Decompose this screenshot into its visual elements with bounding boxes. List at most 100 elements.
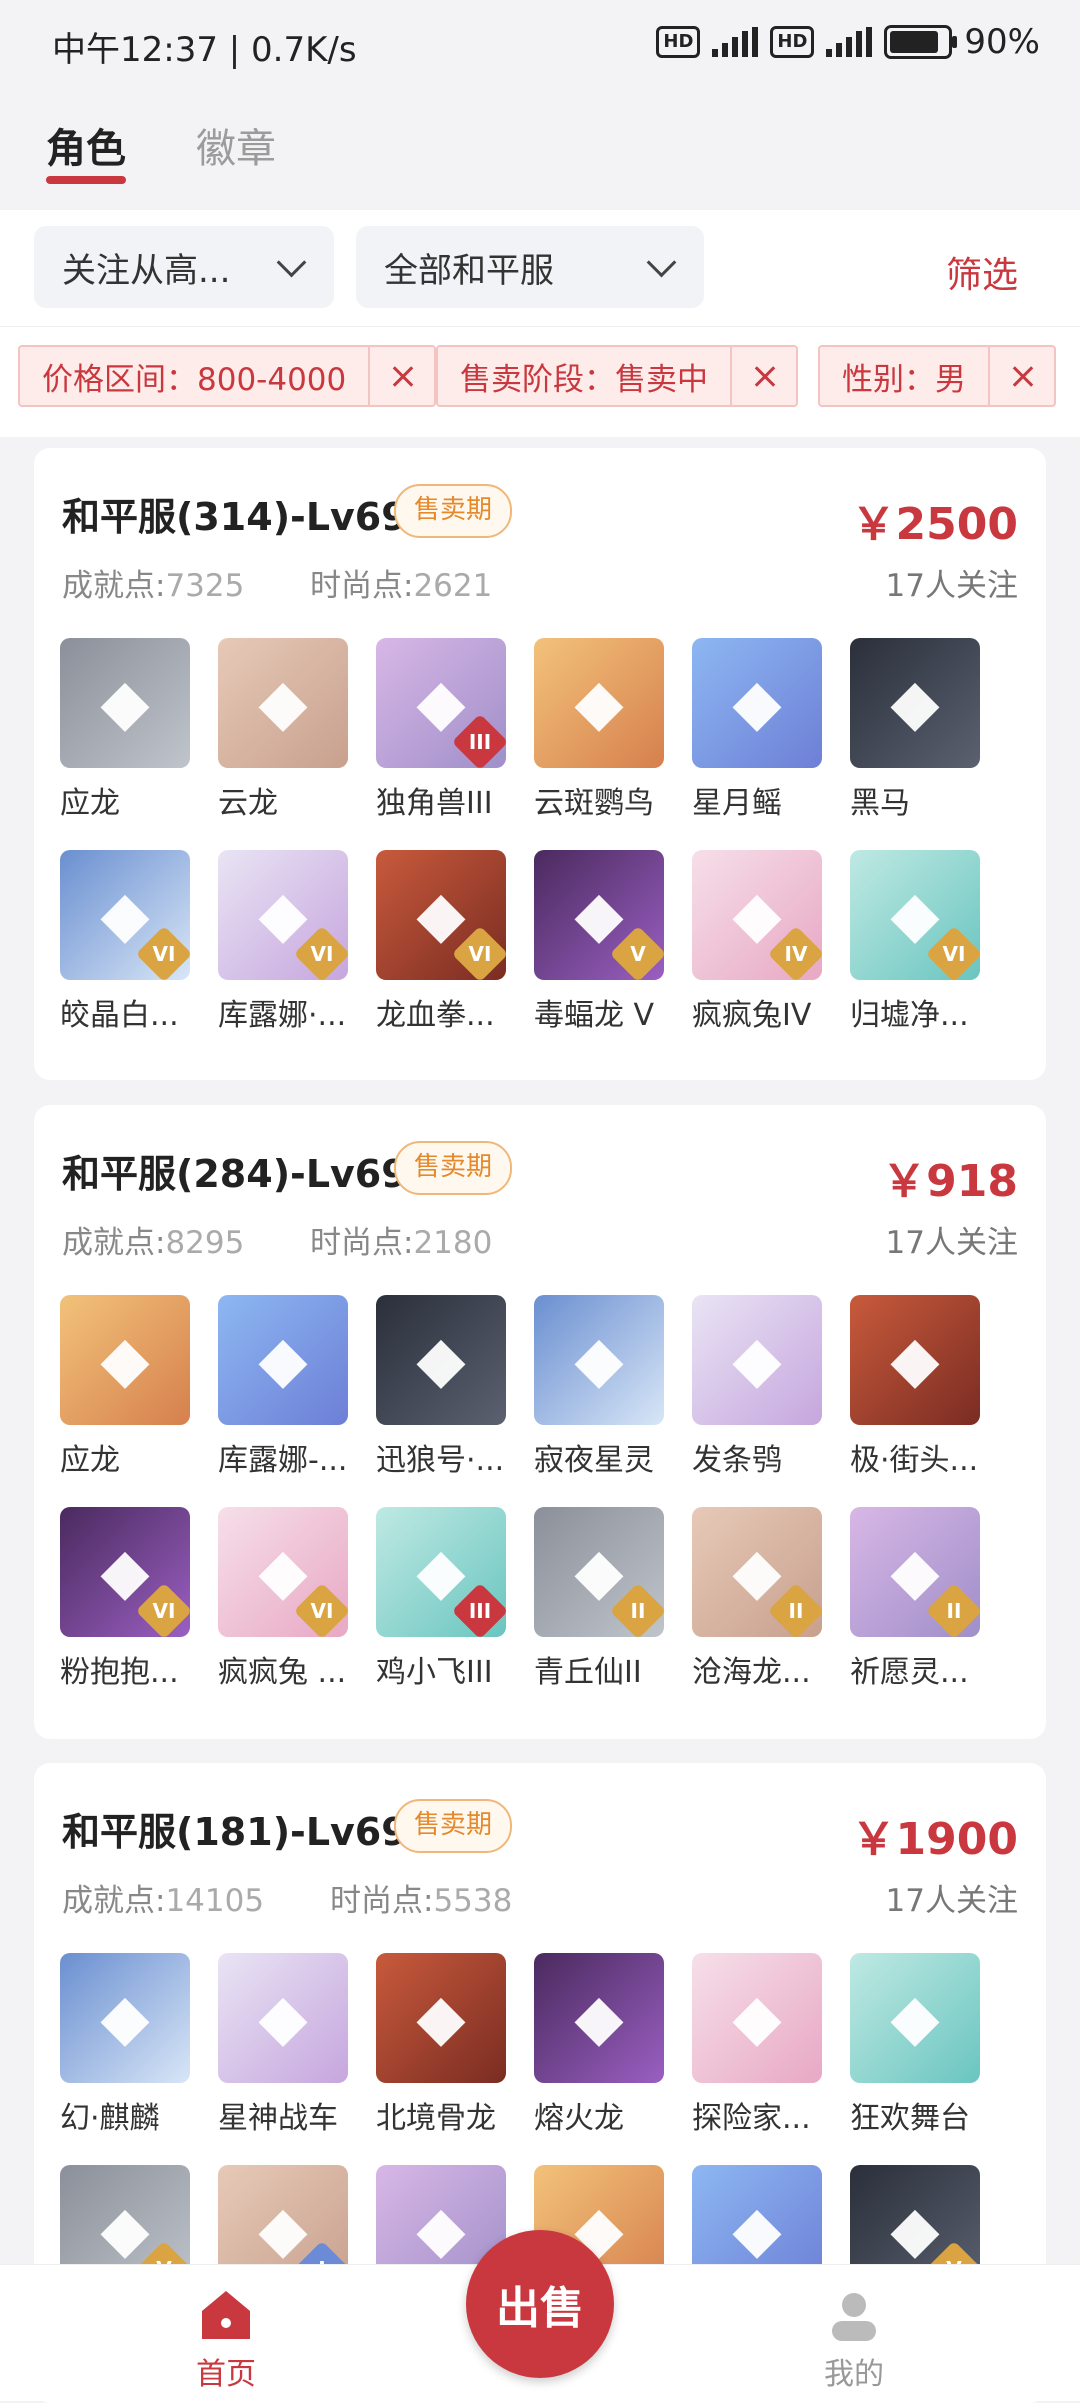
inventory-item[interactable]: ◆ 应龙 xyxy=(60,1295,190,1479)
tab-role[interactable]: 角色 xyxy=(46,116,126,174)
item-thumbnail: ◆ xyxy=(376,1953,506,2083)
nav-home-label[interactable]: 首页 xyxy=(196,2349,256,2393)
inventory-item[interactable]: ◆ III 独角兽III xyxy=(376,638,506,822)
item-thumbnail: ◆ xyxy=(60,638,190,768)
tier-badge-icon: VI xyxy=(925,925,980,980)
close-icon[interactable] xyxy=(988,347,1054,405)
inventory-item[interactable]: ◆ VI 粉抱抱... xyxy=(60,1507,190,1691)
filter-chip-gender: 性别：男 xyxy=(818,345,1056,407)
inventory-item[interactable]: ◆ 应龙 xyxy=(60,638,190,822)
item-name: 探险家... xyxy=(692,2101,811,2136)
item-name: 疯疯兔IV xyxy=(692,998,812,1033)
close-icon[interactable] xyxy=(368,347,434,405)
item-name: 北境骨龙 xyxy=(376,2101,496,2136)
inventory-item[interactable]: ◆ III 鸡小飞III xyxy=(376,1507,506,1691)
status-icons: HD HD 90% xyxy=(656,22,1040,62)
item-thumbnail: ◆ VI xyxy=(218,850,348,980)
inventory-item[interactable]: ◆ IV 疯疯兔IV xyxy=(692,850,822,1034)
listing-card[interactable]: 和平服(314)-Lv69 售卖期 ￥2500 成就点:7325 时尚点:262… xyxy=(34,448,1046,1080)
item-thumbnail: ◆ xyxy=(692,1295,822,1425)
inventory-item[interactable]: ◆ 熔火龙 xyxy=(534,1953,664,2137)
inventory-item[interactable]: ◆ II 沧海龙... xyxy=(692,1507,822,1691)
server-dropdown[interactable]: 全部和平服 xyxy=(356,226,704,308)
item-thumbnail: ◆ III xyxy=(376,1507,506,1637)
tier-badge-icon: VI xyxy=(451,925,506,980)
server-dropdown-label: 全部和平服 xyxy=(384,250,554,291)
follower-count: 17人关注 xyxy=(885,1225,1018,1261)
tier-badge-icon: II xyxy=(767,1582,822,1637)
inventory-item[interactable]: ◆ II 祈愿灵... xyxy=(850,1507,980,1691)
filter-bar: 关注从高... 全部和平服 筛选 xyxy=(0,210,1080,326)
mount-icon: ◆ xyxy=(416,1323,466,1397)
inventory-item[interactable]: ◆ 云龙 xyxy=(218,638,348,822)
inventory-item[interactable]: ◆ 发条鸮 xyxy=(692,1295,822,1479)
mount-icon: ◆ xyxy=(890,1323,940,1397)
hd-icon: HD xyxy=(656,26,701,58)
item-name: 归墟净... xyxy=(850,998,969,1033)
filter-button[interactable]: 筛选 xyxy=(946,246,1018,298)
item-name: 沧海龙... xyxy=(692,1655,811,1690)
sell-button[interactable]: 出售 xyxy=(466,2230,614,2378)
tab-active-indicator xyxy=(46,176,126,184)
inventory-item[interactable]: ◆ 库露娜-... xyxy=(218,1295,348,1479)
close-icon[interactable] xyxy=(730,347,796,405)
tier-badge-icon: II xyxy=(925,1582,980,1637)
inventory-item[interactable]: ◆ 迅狼号·... xyxy=(376,1295,506,1479)
price: ￥918 xyxy=(882,1156,1018,1207)
home-icon[interactable] xyxy=(196,2285,256,2345)
chevron-down-icon xyxy=(646,247,677,278)
inventory-item[interactable]: ◆ VI 皎晶白... xyxy=(60,850,190,1034)
tab-badge[interactable]: 徽章 xyxy=(196,116,276,174)
server-level: 和平服(314)-Lv69 xyxy=(62,495,408,539)
item-name: 毒蝠龙 V xyxy=(534,998,655,1033)
inventory-item[interactable]: ◆ 黑马 xyxy=(850,638,980,822)
mount-icon: ◆ xyxy=(100,666,150,740)
item-thumbnail: ◆ xyxy=(218,1953,348,2083)
inventory-item[interactable]: ◆ 云斑鹦鸟 xyxy=(534,638,664,822)
item-name: 幻·麒麟 xyxy=(60,2101,160,2136)
inventory-item[interactable]: ◆ 探险家... xyxy=(692,1953,822,2137)
mount-icon: ◆ xyxy=(258,1981,308,2055)
inventory-item[interactable]: ◆ 星神战车 xyxy=(218,1953,348,2137)
server-level: 和平服(284)-Lv69 xyxy=(62,1152,408,1196)
item-thumbnail: ◆ xyxy=(534,1953,664,2083)
sale-stage-tag: 售卖期 xyxy=(394,484,513,538)
inventory-item[interactable]: ◆ 幻·麒麟 xyxy=(60,1953,190,2137)
inventory-item[interactable]: ◆ VI 疯疯兔 ... xyxy=(218,1507,348,1691)
inventory-item[interactable]: ◆ VI 归墟净... xyxy=(850,850,980,1034)
sort-dropdown-label: 关注从高... xyxy=(62,250,231,291)
achievement-points: 成就点:8295 xyxy=(62,1225,245,1261)
sort-dropdown[interactable]: 关注从高... xyxy=(34,226,334,308)
battery-icon xyxy=(884,25,958,59)
mount-icon: ◆ xyxy=(574,1981,624,2055)
nav-mine-label[interactable]: 我的 xyxy=(824,2349,884,2393)
signal-icon xyxy=(826,27,873,57)
category-tabs: 角色 徽章 xyxy=(0,80,1080,210)
user-icon[interactable] xyxy=(824,2285,884,2345)
listing-card[interactable]: 和平服(284)-Lv69 售卖期 ￥918 成就点:8295 时尚点:2180… xyxy=(34,1105,1046,1739)
inventory-item[interactable]: ◆ 寂夜星灵 xyxy=(534,1295,664,1479)
item-name: 疯疯兔 ... xyxy=(218,1655,347,1690)
inventory-item[interactable]: ◆ 极·街头... xyxy=(850,1295,980,1479)
item-name: 星神战车 xyxy=(218,2101,338,2136)
mount-icon: ◆ xyxy=(258,1323,308,1397)
signal-icon xyxy=(712,27,759,57)
active-filter-chips: 价格区间：800-4000 售卖阶段：售卖中 性别：男 xyxy=(0,326,1080,437)
item-thumbnail: ◆ VI xyxy=(60,1507,190,1637)
filter-chip-label: 售卖阶段：售卖中 xyxy=(460,361,708,398)
item-thumbnail: ◆ IV xyxy=(692,850,822,980)
inventory-item[interactable]: ◆ II 青丘仙II xyxy=(534,1507,664,1691)
inventory-item[interactable]: ◆ 星月鳐 xyxy=(692,638,822,822)
mount-icon: ◆ xyxy=(890,1981,940,2055)
inventory-item[interactable]: ◆ VI 龙血拳... xyxy=(376,850,506,1034)
price: ￥2500 xyxy=(851,499,1018,550)
inventory-item[interactable]: ◆ VI 库露娜·... xyxy=(218,850,348,1034)
inventory-item[interactable]: ◆ 北境骨龙 xyxy=(376,1953,506,2137)
item-name: 黑马 xyxy=(850,786,910,821)
mount-icon: ◆ xyxy=(258,666,308,740)
item-name: 应龙 xyxy=(60,786,120,821)
sale-stage-tag: 售卖期 xyxy=(394,1799,513,1853)
inventory-item[interactable]: ◆ V 毒蝠龙 V xyxy=(534,850,664,1034)
item-thumbnail: ◆ VI xyxy=(376,850,506,980)
inventory-item[interactable]: ◆ 狂欢舞台 xyxy=(850,1953,980,2137)
